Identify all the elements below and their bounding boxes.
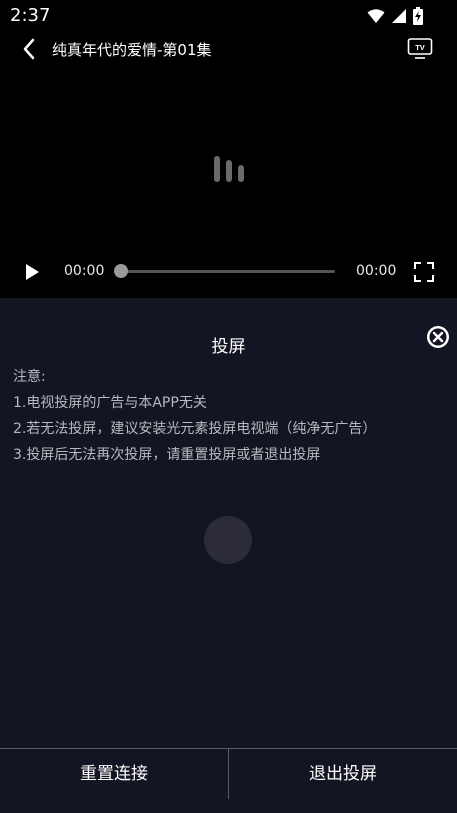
status-icons (367, 7, 423, 25)
player-controls: 00:00 00:00 (0, 255, 457, 289)
note-item: 3.投屏后无法再次投屏，请重置投屏或者退出投屏 (13, 447, 321, 463)
total-time: 00:00 (356, 263, 397, 279)
fullscreen-icon (414, 262, 434, 282)
status-bar: 2:37 (0, 0, 457, 32)
close-icon (427, 326, 449, 348)
note-heading: 注意: (13, 369, 46, 385)
tv-cast-button[interactable]: TV (407, 37, 433, 61)
exit-cast-button[interactable]: 退出投屏 (229, 749, 457, 799)
status-time: 2:37 (10, 5, 51, 26)
bottom-bar: 重置连接 退出投屏 (0, 748, 457, 813)
seek-thumb[interactable] (114, 264, 128, 278)
play-button[interactable] (24, 263, 40, 281)
searching-indicator (204, 516, 252, 564)
current-time: 00:00 (64, 263, 105, 279)
back-button[interactable] (18, 37, 42, 61)
tv-cast-icon: TV (407, 38, 433, 59)
video-header: 纯真年代的爱情-第01集 TV (0, 32, 457, 68)
chevron-left-icon (23, 38, 35, 60)
cast-panel: 投屏 注意: 1.电视投屏的广告与本APP无关 2.若无法投屏，建议安装光元素投… (0, 298, 457, 812)
cast-notes: 注意: 1.电视投屏的广告与本APP无关 2.若无法投屏，建议安装光元素投屏电视… (13, 364, 453, 468)
tv-label: TV (415, 43, 425, 52)
play-icon (26, 264, 39, 280)
video-title: 纯真年代的爱情-第01集 (52, 41, 212, 59)
battery-charging-icon (413, 7, 423, 25)
note-item: 2.若无法投屏，建议安装光元素投屏电视端（纯净无广告） (13, 421, 377, 437)
seek-bar[interactable] (121, 270, 335, 273)
fullscreen-button[interactable] (414, 262, 434, 282)
close-button[interactable] (425, 324, 451, 350)
reset-connection-button[interactable]: 重置连接 (0, 749, 228, 799)
loading-bars-icon (214, 156, 244, 182)
signal-icon (392, 9, 406, 23)
wifi-icon (367, 9, 385, 23)
panel-title: 投屏 (211, 337, 246, 357)
note-item: 1.电视投屏的广告与本APP无关 (13, 395, 207, 411)
